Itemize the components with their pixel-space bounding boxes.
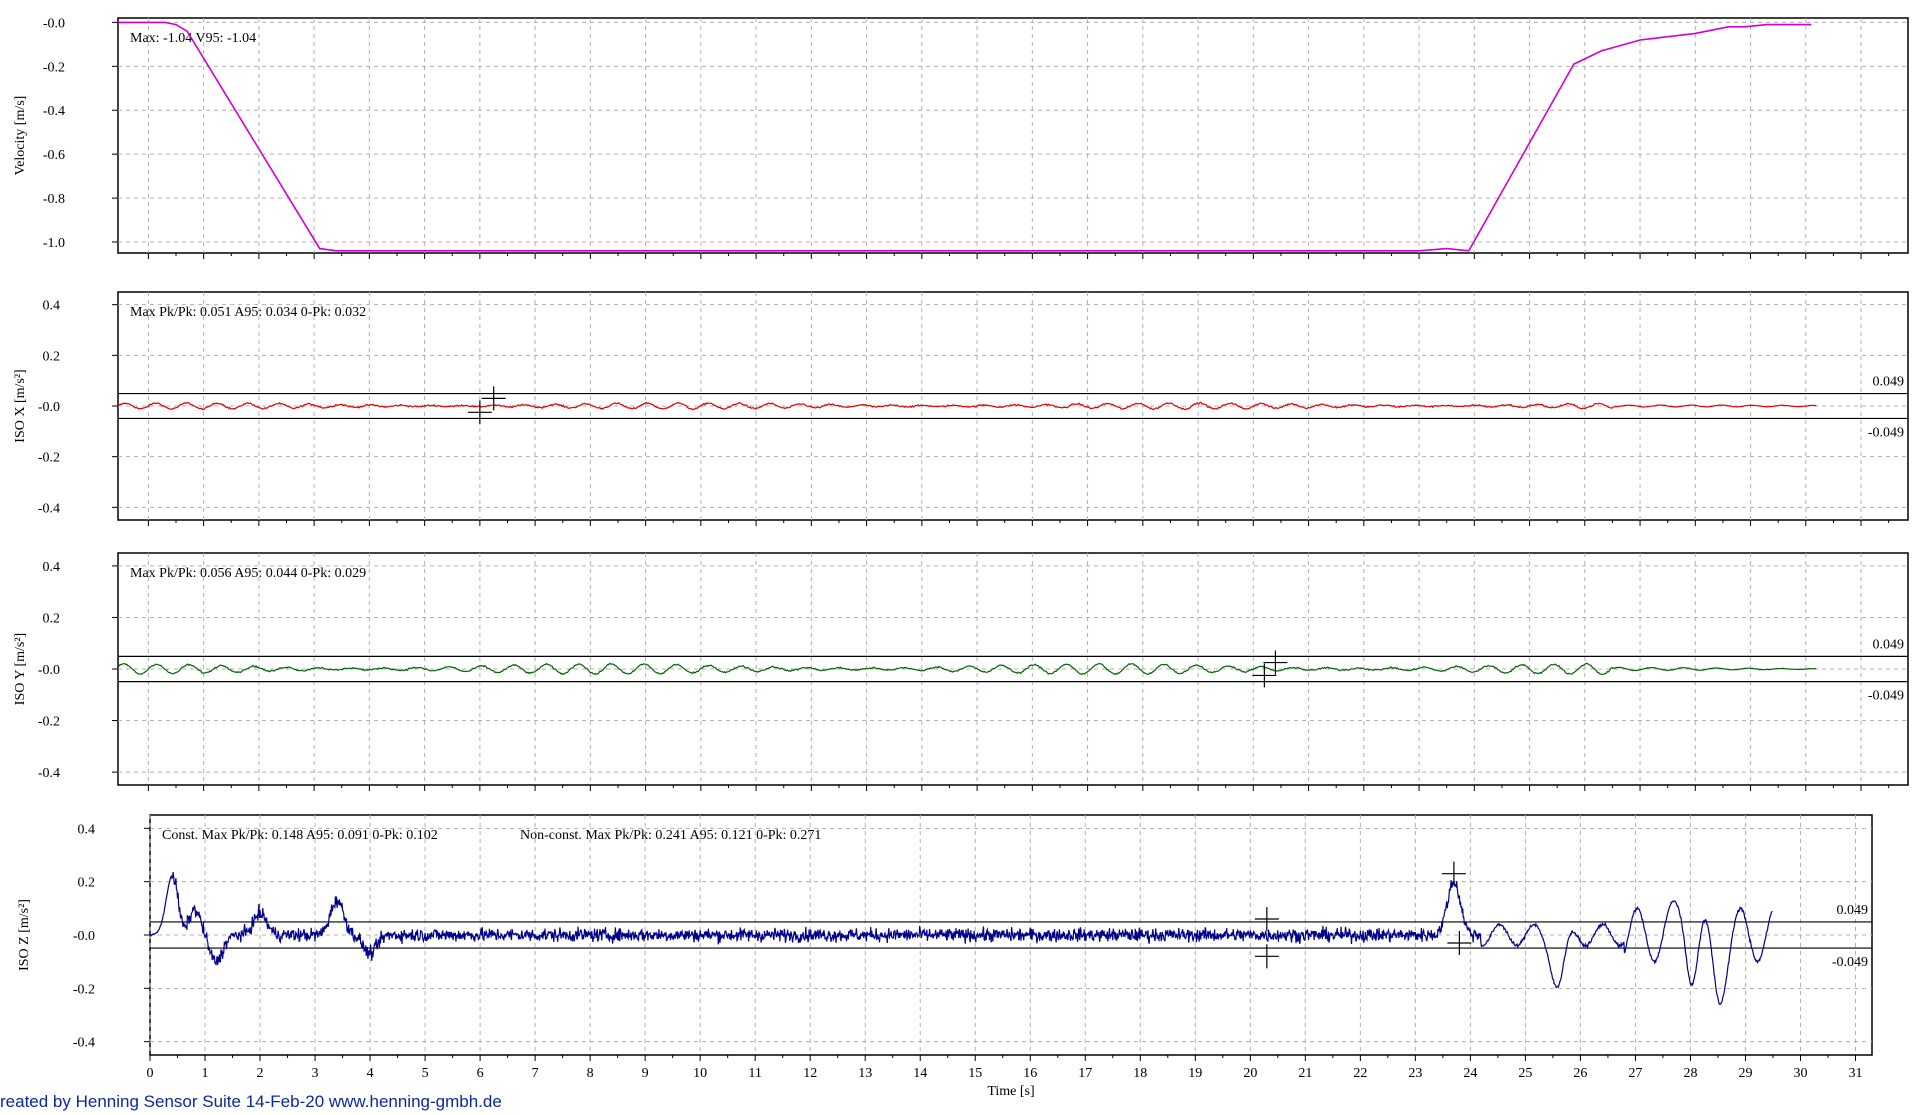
x-tick-label: 12 (803, 1066, 817, 1081)
y-tick-label: 0.2 (78, 876, 96, 891)
chart-panel-4: 0.4 0.2 -0.0 -0.2 -0.4 ISO Z [m/s²] 0.049 -0.04… (17, 814, 1873, 1099)
y-tick-label: -0.4 (38, 766, 60, 781)
x-tick-label: 27 (1628, 1066, 1642, 1081)
threshold-label: 0.049 (1837, 903, 1869, 918)
y-tick-label: -0.2 (73, 982, 95, 997)
x-tick-label: 0 (147, 1066, 154, 1081)
x-tick-label: 2 (257, 1066, 264, 1081)
x-tick-label: 8 (587, 1066, 594, 1081)
x-tick-label: 15 (968, 1066, 982, 1081)
y-tick-label: -0.2 (38, 715, 60, 730)
stats-annotation: Max Pk/Pk: 0.051 A95: 0.034 0-Pk: 0.032 (130, 305, 366, 320)
x-tick-label: 6 (477, 1066, 484, 1081)
y-tick-label: -0.6 (43, 148, 65, 163)
x-tick-label: 13 (858, 1066, 872, 1081)
x-tick-label: 14 (913, 1066, 927, 1081)
y-axis-label: ISO Y [m/s²] (13, 633, 28, 705)
chart-canvas: -0.0 -0.2 -0.4 -0.6 -0.8 -1.0 Velocity [m/s] Ma… (13, 16, 1909, 1099)
threshold-label: -0.049 (1868, 689, 1904, 704)
threshold-label: -0.049 (1868, 425, 1904, 440)
x-tick-label: 17 (1078, 1066, 1092, 1081)
x-tick-label: 20 (1243, 1066, 1257, 1081)
stats-annotation: Const. Max Pk/Pk: 0.148 A95: 0.091 0-Pk:… (162, 828, 438, 843)
y-axis-label: ISO Z [m/s²] (17, 899, 32, 971)
x-tick-label: 28 (1683, 1066, 1697, 1081)
y-tick-label: -0.0 (43, 16, 65, 31)
stats-annotation-2: Non-const. Max Pk/Pk: 0.241 A95: 0.121 0… (520, 828, 821, 843)
y-tick-label: 0.4 (43, 560, 61, 575)
y-tick-label: -0.4 (43, 104, 65, 119)
y-tick-label: 0.4 (78, 822, 96, 837)
y-tick-label: -0.0 (73, 929, 95, 944)
y-tick-label: -0.8 (43, 192, 65, 207)
y-tick-label: -0.4 (38, 501, 60, 516)
y-tick-label: 0.2 (43, 349, 61, 364)
x-tick-label: 16 (1023, 1066, 1037, 1081)
y-axis-label: Velocity [m/s] (13, 96, 28, 176)
x-tick-label: 23 (1408, 1066, 1422, 1081)
x-tick-label: 25 (1518, 1066, 1532, 1081)
x-tick-label: 11 (748, 1066, 761, 1081)
threshold-label: 0.049 (1873, 375, 1905, 390)
y-axis-label: ISO X [m/s²] (13, 369, 28, 442)
y-tick-label: 0.2 (43, 611, 61, 626)
threshold-label: -0.049 (1832, 955, 1868, 970)
y-tick-label: -0.4 (73, 1036, 95, 1051)
threshold-label: 0.049 (1873, 637, 1905, 652)
y-tick-label: 0.4 (43, 299, 61, 314)
y-tick-label: -1.0 (43, 236, 65, 251)
x-axis-label: Time [s] (987, 1084, 1034, 1099)
x-tick-label: 19 (1188, 1066, 1202, 1081)
x-tick-label: 3 (312, 1066, 319, 1081)
x-tick-label: 7 (532, 1066, 539, 1081)
plot-frame (117, 17, 1909, 254)
y-tick-label: -0.2 (43, 60, 65, 75)
x-tick-label: 22 (1353, 1066, 1367, 1081)
footer-credit: reated by Henning Sensor Suite 14-Feb-20… (0, 1092, 502, 1111)
x-tick-label: 30 (1793, 1066, 1807, 1081)
x-tick-label: 18 (1133, 1066, 1147, 1081)
x-tick-label: 24 (1463, 1066, 1477, 1081)
y-tick-label: -0.2 (38, 451, 60, 466)
chart-panel-1: -0.0 -0.2 -0.4 -0.6 -0.8 -1.0 Velocity [m/s] Ma… (13, 16, 1909, 259)
y-tick-label: -0.0 (38, 400, 60, 415)
chart-panel-3: 0.4 0.2 -0.0 -0.2 -0.4 ISO Y [m/s²] 0.049 -0.04… (13, 552, 1909, 791)
x-tick-label: 4 (367, 1066, 374, 1081)
chart-panel-2: 0.4 0.2 -0.0 -0.2 -0.4 ISO X [m/s²] 0.049 -0.04… (13, 291, 1909, 526)
x-tick-label: 1 (202, 1066, 209, 1081)
x-tick-label: 21 (1298, 1066, 1312, 1081)
y-tick-label: -0.0 (38, 663, 60, 678)
x-tick-label: 26 (1573, 1066, 1587, 1081)
x-tick-label: 31 (1848, 1066, 1862, 1081)
x-tick-label: 9 (642, 1066, 649, 1081)
x-tick-label: 10 (693, 1066, 707, 1081)
x-tick-label: 5 (422, 1066, 429, 1081)
stats-annotation: Max: -1.04 V95: -1.04 (130, 31, 256, 46)
x-tick-label: 29 (1738, 1066, 1752, 1081)
stats-annotation: Max Pk/Pk: 0.056 A95: 0.044 0-Pk: 0.029 (130, 566, 366, 581)
